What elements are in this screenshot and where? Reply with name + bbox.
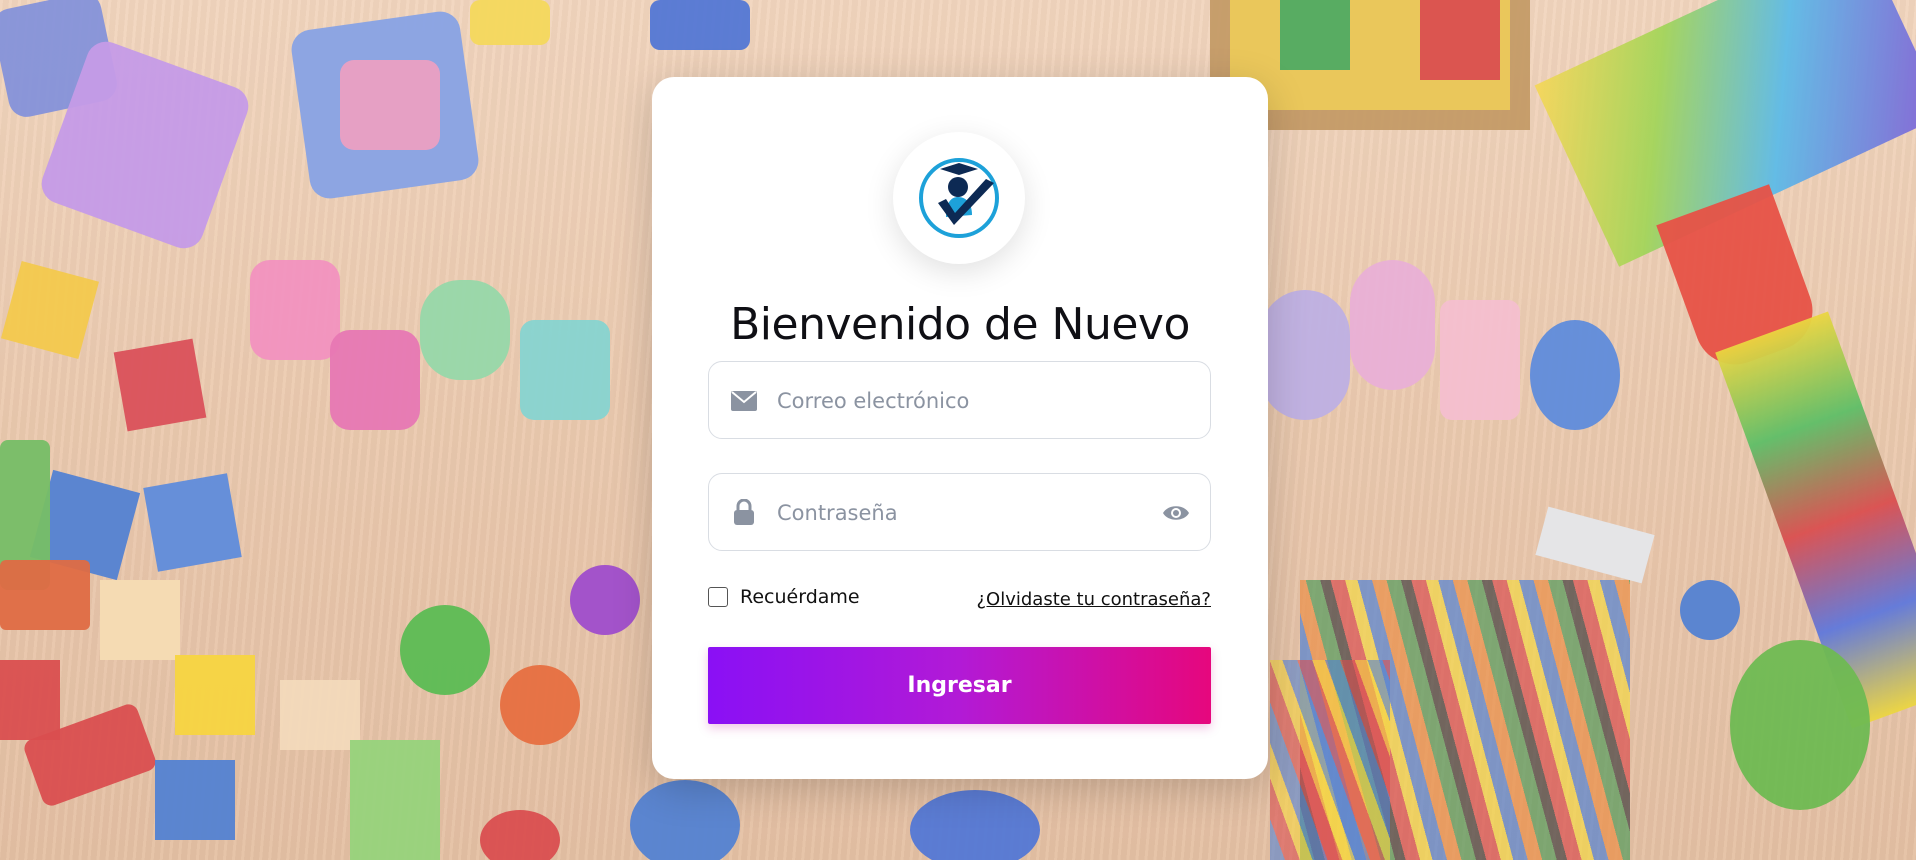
login-card: Bienvenido de Nuevo Recuérdame ¿Olvidast… [652,77,1268,779]
lock-icon [734,499,754,525]
login-button[interactable]: Ingresar [708,647,1211,724]
password-input[interactable] [775,474,1169,552]
remember-checkbox[interactable] [708,587,728,607]
graduate-check-logo-icon [919,158,999,238]
password-field[interactable] [708,473,1211,552]
eye-icon[interactable] [1162,501,1190,525]
remember-label: Recuérdame [740,586,860,608]
envelope-icon [731,391,757,411]
email-field[interactable] [708,361,1211,440]
page-title: Bienvenido de Nuevo [730,299,1190,350]
logo-badge [893,132,1025,264]
forgot-password-link[interactable]: ¿Olvidaste tu contraseña? [976,589,1211,610]
remember-me[interactable]: Recuérdame [708,586,860,608]
email-input[interactable] [775,362,1169,440]
